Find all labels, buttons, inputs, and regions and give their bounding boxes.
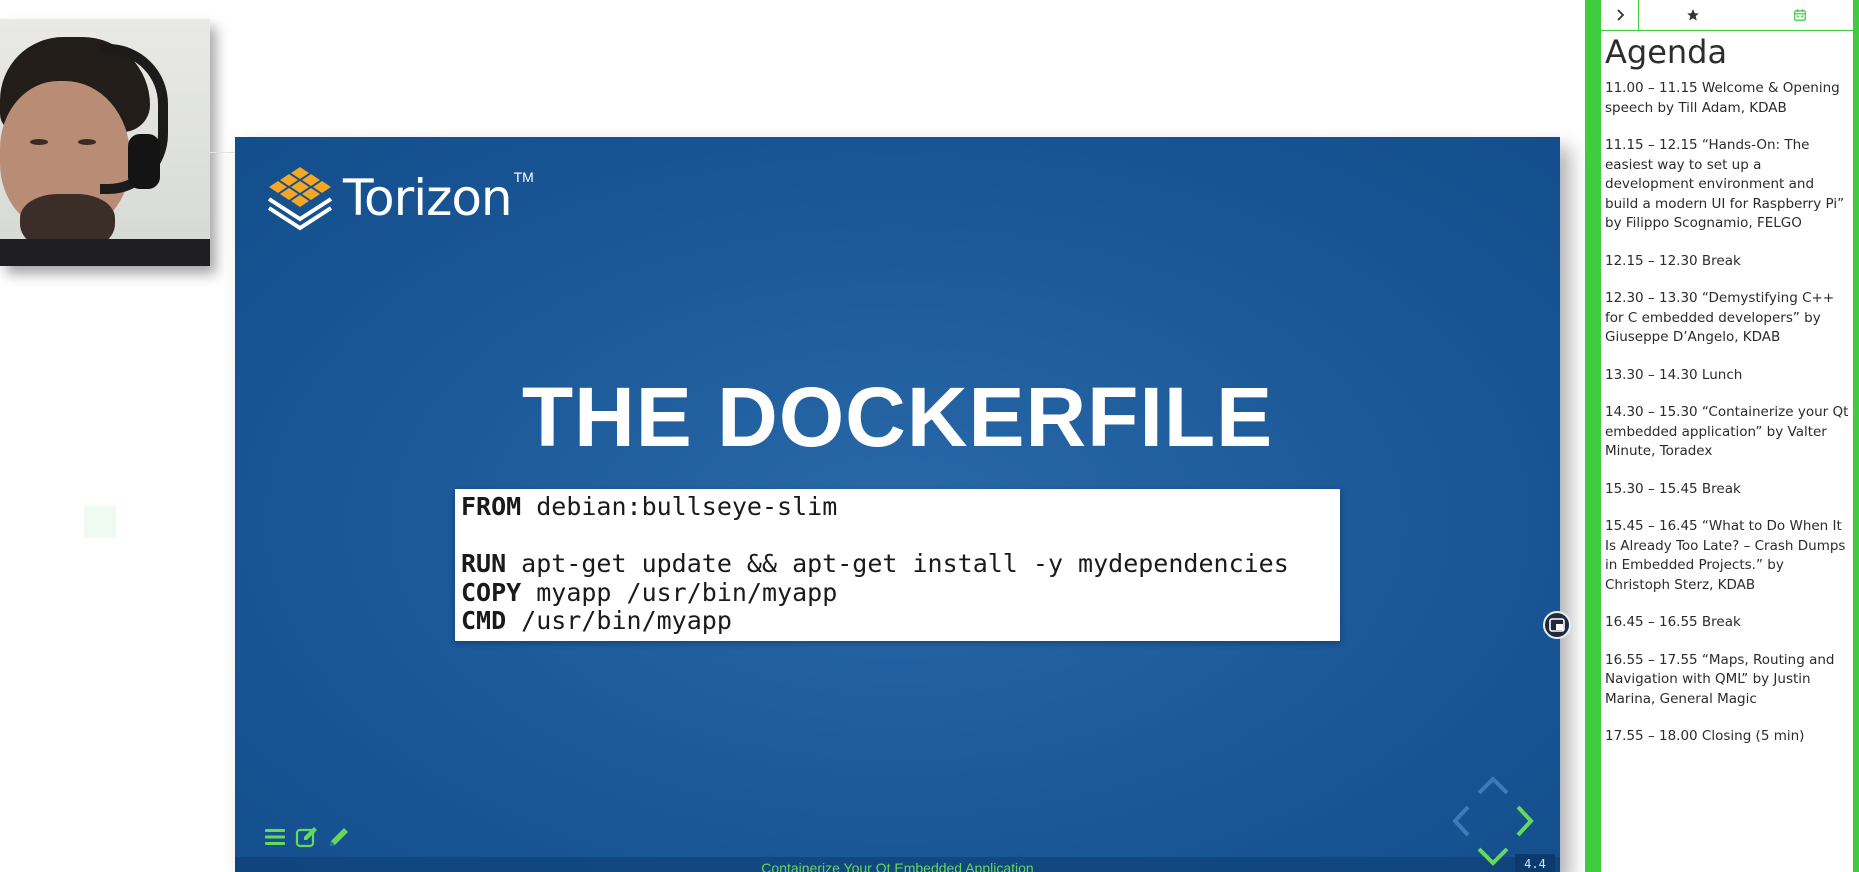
person-eye	[30, 139, 48, 145]
slide-toolbar	[263, 825, 351, 849]
torizon-logo: Torizon TM	[265, 165, 534, 231]
tab-collapse[interactable]	[1601, 0, 1639, 30]
logo-text: Torizon	[343, 169, 513, 227]
slide: Torizon TM THE DOCKERFILE FROM debian:bul…	[235, 137, 1560, 872]
logo-trademark: TM	[513, 169, 534, 185]
sidebar-border-right	[1853, 0, 1859, 872]
agenda-item: 14.30 – 15.30 “Containerize your Qt embe…	[1605, 404, 1849, 459]
torizon-logo-icon	[267, 167, 333, 231]
slide-title: THE DOCKERFILE	[521, 370, 1274, 464]
placeholder-square	[84, 506, 116, 538]
sidebar-tabs	[1601, 0, 1853, 31]
agenda-sidebar: Agenda 11.00 – 11.15 Welcome & Opening s…	[1601, 0, 1853, 872]
code-keyword: RUN	[461, 549, 507, 578]
slide-page-number: 4.4	[1515, 854, 1555, 872]
agenda-item: 15.30 – 15.45 Break	[1605, 480, 1741, 497]
code-block: FROM debian:bullseye-slim RUN apt-get upda…	[455, 489, 1340, 641]
code-text: apt-get update && apt-get install -y myd…	[521, 549, 1289, 578]
code-line: CMD/usr/bin/myapp	[461, 606, 1334, 636]
slide-footer-title: Containerize Your Qt Embedded Applicatio…	[761, 860, 1034, 872]
code-text: debian:bullseye-slim	[536, 492, 838, 521]
agenda-list: 11.00 – 11.15 Welcome & Opening speech b…	[1605, 79, 1851, 765]
code-text: /usr/bin/myapp	[521, 606, 732, 635]
agenda-item: 15.45 – 16.45 “What to Do When It Is Alr…	[1605, 518, 1846, 593]
agenda-item: 12.15 – 12.30 Break	[1605, 252, 1741, 269]
arrow-right-icon[interactable]	[1516, 805, 1534, 837]
picture-in-picture-button[interactable]	[1543, 611, 1571, 639]
agenda-item: 16.55 – 17.55 “Maps, Routing and Navigat…	[1605, 651, 1835, 707]
arrow-up-icon[interactable]	[1477, 776, 1509, 795]
calendar-icon	[1793, 9, 1806, 21]
code-keyword: FROM	[461, 492, 522, 521]
code-text: myapp /usr/bin/myapp	[536, 577, 838, 607]
chevron-right-icon	[1616, 9, 1624, 21]
code-line: COPY myapp /usr/bin/myapp	[461, 577, 1334, 608]
agenda-item: 17.55 – 18.00 Closing (5 min)	[1605, 728, 1805, 744]
code-line: FROM debian:bullseye-slim	[461, 492, 1334, 522]
agenda-item: 11.00 – 11.15 Welcome & Opening speech b…	[1605, 80, 1840, 116]
agenda-item: 13.30 – 14.30 Lunch	[1605, 366, 1743, 383]
sidebar-border	[1585, 0, 1601, 872]
agenda-item: 12.30 – 13.30 “Demystifying C++ for C em…	[1605, 290, 1835, 345]
presentation-stage: Torizon TM THE DOCKERFILE FROM debian:bul…	[0, 0, 1859, 872]
arrow-down-icon[interactable]	[1477, 847, 1509, 866]
code-keyword: CMD	[461, 606, 507, 635]
tab-favorites[interactable]	[1639, 0, 1746, 30]
code-keyword: COPY	[461, 577, 522, 607]
picture-in-picture-icon	[1549, 618, 1565, 632]
headset-earcup	[128, 134, 160, 189]
tab-agenda[interactable]	[1746, 0, 1853, 30]
menu-icon[interactable]	[263, 825, 287, 849]
pencil-icon[interactable]	[327, 825, 351, 849]
agenda-item: 11.15 – 12.15 “Hands-On: The easiest way…	[1605, 137, 1845, 231]
arrow-left-icon[interactable]	[1452, 805, 1470, 837]
code-line: RUN apt-get update && apt-get install -y …	[461, 549, 1334, 579]
person-shirt	[0, 239, 210, 266]
person-eye	[78, 139, 96, 145]
divider	[210, 152, 235, 153]
webcam-video	[0, 19, 210, 266]
star-icon	[1686, 9, 1699, 21]
agenda-title: Agenda	[1605, 33, 1728, 71]
agenda-item: 16.45 – 16.55 Break	[1605, 614, 1741, 630]
edit-icon[interactable]	[295, 825, 319, 849]
